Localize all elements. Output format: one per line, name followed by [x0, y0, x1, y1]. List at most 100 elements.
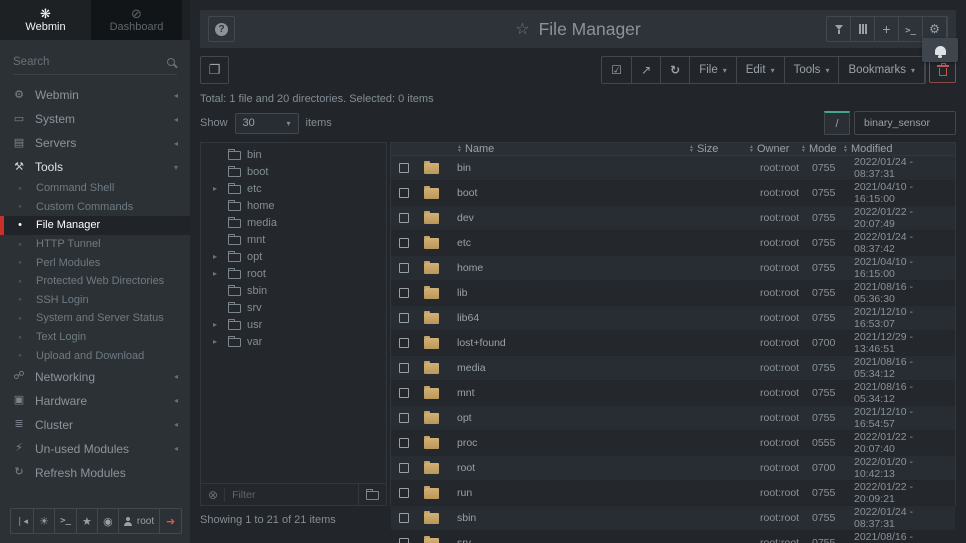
sidebar-menu-item[interactable]: Servers [0, 131, 190, 155]
table-row[interactable]: mnt root:root 0755 2021/08/16 - 05:34:12 [391, 381, 955, 406]
sidebar-menu-item[interactable]: Tools [0, 155, 190, 179]
column-header-owner[interactable]: ▲▼Owner [749, 143, 801, 155]
row-checkbox[interactable] [399, 388, 409, 398]
row-checkbox[interactable] [399, 313, 409, 323]
sidebar-menu-item[interactable]: HTTP Tunnel [0, 235, 190, 254]
header-action-button[interactable] [827, 17, 851, 41]
file-name[interactable]: lost+found [451, 337, 689, 349]
tree-item[interactable]: ▸ home [201, 197, 386, 214]
sidebar-menu-item[interactable]: Custom Commands [0, 198, 190, 217]
column-header-mode[interactable]: ▲▼Mode [801, 143, 843, 155]
theme-toggle-button[interactable]: ☀ [34, 509, 55, 533]
tree-item[interactable]: ▸ mnt [201, 231, 386, 248]
column-header-name[interactable]: ▲▼Name [451, 143, 689, 155]
tab-dashboard[interactable]: Dashboard [91, 0, 182, 40]
row-checkbox[interactable] [399, 288, 409, 298]
row-checkbox[interactable] [399, 163, 409, 173]
sidebar-menu-item[interactable]: Upload and Download [0, 346, 190, 365]
sidebar-menu-item[interactable]: SSH Login [0, 291, 190, 310]
row-checkbox[interactable] [399, 338, 409, 348]
tree-item[interactable]: ▸ bin [201, 146, 386, 163]
row-checkbox[interactable] [399, 363, 409, 373]
toolbar-menu-button[interactable]: File ▾ [690, 57, 737, 83]
sidebar-menu-item[interactable]: System [0, 107, 190, 131]
tab-webmin[interactable]: Webmin [0, 0, 91, 40]
tree-item[interactable]: ▸ sbin [201, 282, 386, 299]
sidebar-menu-item[interactable]: Cluster [0, 413, 190, 437]
toolbar-icon-button[interactable] [602, 57, 632, 83]
sidebar-menu-item[interactable]: Webmin [0, 83, 190, 107]
file-name[interactable]: media [451, 362, 689, 374]
sidebar-menu-item[interactable]: Perl Modules [0, 253, 190, 272]
tree-item[interactable]: ▸ opt [201, 248, 386, 265]
palette-button[interactable]: ◉ [98, 509, 119, 533]
terminal-button[interactable] [55, 509, 77, 533]
file-search-input[interactable] [854, 111, 956, 135]
row-checkbox[interactable] [399, 238, 409, 248]
file-name[interactable]: dev [451, 212, 689, 224]
file-name[interactable]: opt [451, 412, 689, 424]
file-name[interactable]: proc [451, 437, 689, 449]
row-checkbox[interactable] [399, 463, 409, 473]
tree-item[interactable]: ▸ var [201, 333, 386, 350]
table-row[interactable]: media root:root 0755 2021/08/16 - 05:34:… [391, 356, 955, 381]
table-row[interactable]: etc root:root 0755 2022/01/24 - 08:37:42 [391, 231, 955, 256]
file-name[interactable]: srv [451, 537, 689, 543]
toolbar-menu-button[interactable]: Tools ▾ [785, 57, 840, 83]
expand-arrow-icon[interactable]: ▸ [213, 184, 222, 193]
file-name[interactable]: etc [451, 237, 689, 249]
table-row[interactable]: lib root:root 0755 2021/08/16 - 05:36:30 [391, 281, 955, 306]
sidebar-menu-item[interactable]: Text Login [0, 328, 190, 347]
expand-arrow-icon[interactable]: ▸ [213, 269, 222, 278]
clone-tab-button[interactable] [200, 56, 229, 84]
sidebar-search-input[interactable] [13, 56, 167, 68]
tree-item[interactable]: ▸ usr [201, 316, 386, 333]
breadcrumb-root-button[interactable]: / [824, 111, 850, 135]
page-size-select[interactable]: 30 ▾ [235, 113, 299, 134]
table-row[interactable]: dev root:root 0755 2022/01/22 - 20:07:49 [391, 206, 955, 231]
toolbar-icon-button[interactable] [661, 57, 690, 83]
notifications-tab[interactable] [922, 38, 958, 62]
table-row[interactable]: opt root:root 0755 2021/12/10 - 16:54:57 [391, 406, 955, 431]
toolbar-menu-button[interactable]: Edit ▾ [737, 57, 785, 83]
row-checkbox[interactable] [399, 538, 409, 543]
expand-arrow-icon[interactable]: ▸ [213, 337, 222, 346]
table-row[interactable]: proc root:root 0555 2022/01/22 - 20:07:4… [391, 431, 955, 456]
header-action-button[interactable] [899, 17, 923, 41]
expand-arrow-icon[interactable]: ▸ [213, 320, 222, 329]
sidebar-menu-item[interactable]: System and Server Status [0, 309, 190, 328]
clear-filter-icon[interactable] [208, 488, 218, 502]
expand-arrow-icon[interactable]: ▸ [213, 252, 222, 261]
sidebar-menu-item[interactable]: File Manager [0, 216, 190, 235]
sidebar-menu-item[interactable]: Protected Web Directories [0, 272, 190, 291]
file-name[interactable]: boot [451, 187, 689, 199]
table-row[interactable]: boot root:root 0755 2021/04/10 - 16:15:0… [391, 181, 955, 206]
table-row[interactable]: root root:root 0700 2022/01/20 - 10:42:1… [391, 456, 955, 481]
table-row[interactable]: lib64 root:root 0755 2021/12/10 - 16:53:… [391, 306, 955, 331]
tree-item[interactable]: ▸ root [201, 265, 386, 282]
table-row[interactable]: home root:root 0755 2021/04/10 - 16:15:0… [391, 256, 955, 281]
logout-button[interactable]: ➜ [160, 509, 181, 533]
toolbar-icon-button[interactable] [632, 57, 661, 83]
header-action-button[interactable] [851, 17, 875, 41]
header-action-button[interactable] [875, 17, 899, 41]
file-name[interactable]: run [451, 487, 689, 499]
user-button[interactable]: root [119, 509, 160, 533]
row-checkbox[interactable] [399, 488, 409, 498]
table-row[interactable]: lost+found root:root 0700 2021/12/29 - 1… [391, 331, 955, 356]
tree-item[interactable]: ▸ boot [201, 163, 386, 180]
tree-filter-input[interactable] [224, 488, 352, 502]
file-name[interactable]: bin [451, 162, 689, 174]
toolbar-menu-button[interactable]: Bookmarks ▾ [839, 57, 925, 83]
sidebar-menu-item[interactable]: Refresh Modules [0, 461, 190, 485]
tree-item[interactable]: ▸ media [201, 214, 386, 231]
file-name[interactable]: mnt [451, 387, 689, 399]
column-header-size[interactable]: ▲▼Size [689, 143, 749, 155]
help-button[interactable]: ? [208, 16, 235, 42]
row-checkbox[interactable] [399, 413, 409, 423]
tree-item[interactable]: ▸ etc [201, 180, 386, 197]
tree-folder-button[interactable] [358, 484, 379, 505]
row-checkbox[interactable] [399, 213, 409, 223]
sidebar-menu-item[interactable]: Un-used Modules [0, 437, 190, 461]
file-name[interactable]: lib [451, 287, 689, 299]
